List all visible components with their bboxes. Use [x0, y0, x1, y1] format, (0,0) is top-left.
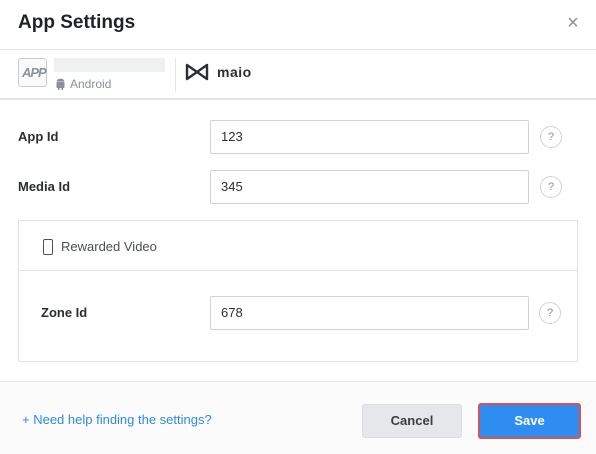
zone-id-label: Zone Id	[41, 305, 88, 320]
app-name-placeholder	[54, 58, 165, 72]
zone-id-help-icon[interactable]: ?	[539, 302, 561, 324]
ad-unit-panel: Rewarded Video	[18, 220, 578, 362]
app-info-bar: APP Android maio	[0, 50, 596, 100]
help-link[interactable]: + Need help finding the settings?	[22, 412, 212, 427]
app-id-help-icon[interactable]: ?	[540, 126, 562, 148]
save-button[interactable]: Save	[478, 403, 581, 439]
maio-logo-icon	[185, 63, 209, 81]
app-logo-text: APP	[22, 65, 47, 80]
ad-unit-title: Rewarded Video	[61, 239, 157, 254]
media-id-input[interactable]: 345	[210, 170, 529, 204]
zone-id-input[interactable]: 678	[210, 296, 529, 330]
platform-name: Android	[70, 77, 112, 91]
ad-unit-header: Rewarded Video	[19, 221, 577, 271]
cancel-button[interactable]: Cancel	[362, 404, 462, 438]
close-icon[interactable]: ×	[564, 13, 582, 33]
network-logo: maio	[185, 63, 252, 81]
media-id-label: Media Id	[18, 179, 71, 194]
app-logo: APP	[18, 58, 47, 87]
media-id-help-icon[interactable]: ?	[540, 176, 562, 198]
phone-icon	[43, 239, 53, 255]
modal-header: App Settings ×	[0, 0, 596, 50]
android-icon	[56, 78, 65, 90]
app-id-input[interactable]: 123	[210, 120, 529, 154]
app-id-label: App Id	[18, 129, 59, 144]
modal-title: App Settings	[18, 12, 136, 33]
platform-label: Android	[55, 77, 111, 91]
divider	[175, 58, 176, 92]
network-name: maio	[217, 64, 252, 80]
modal-footer: + Need help finding the settings? Cancel…	[0, 381, 596, 454]
